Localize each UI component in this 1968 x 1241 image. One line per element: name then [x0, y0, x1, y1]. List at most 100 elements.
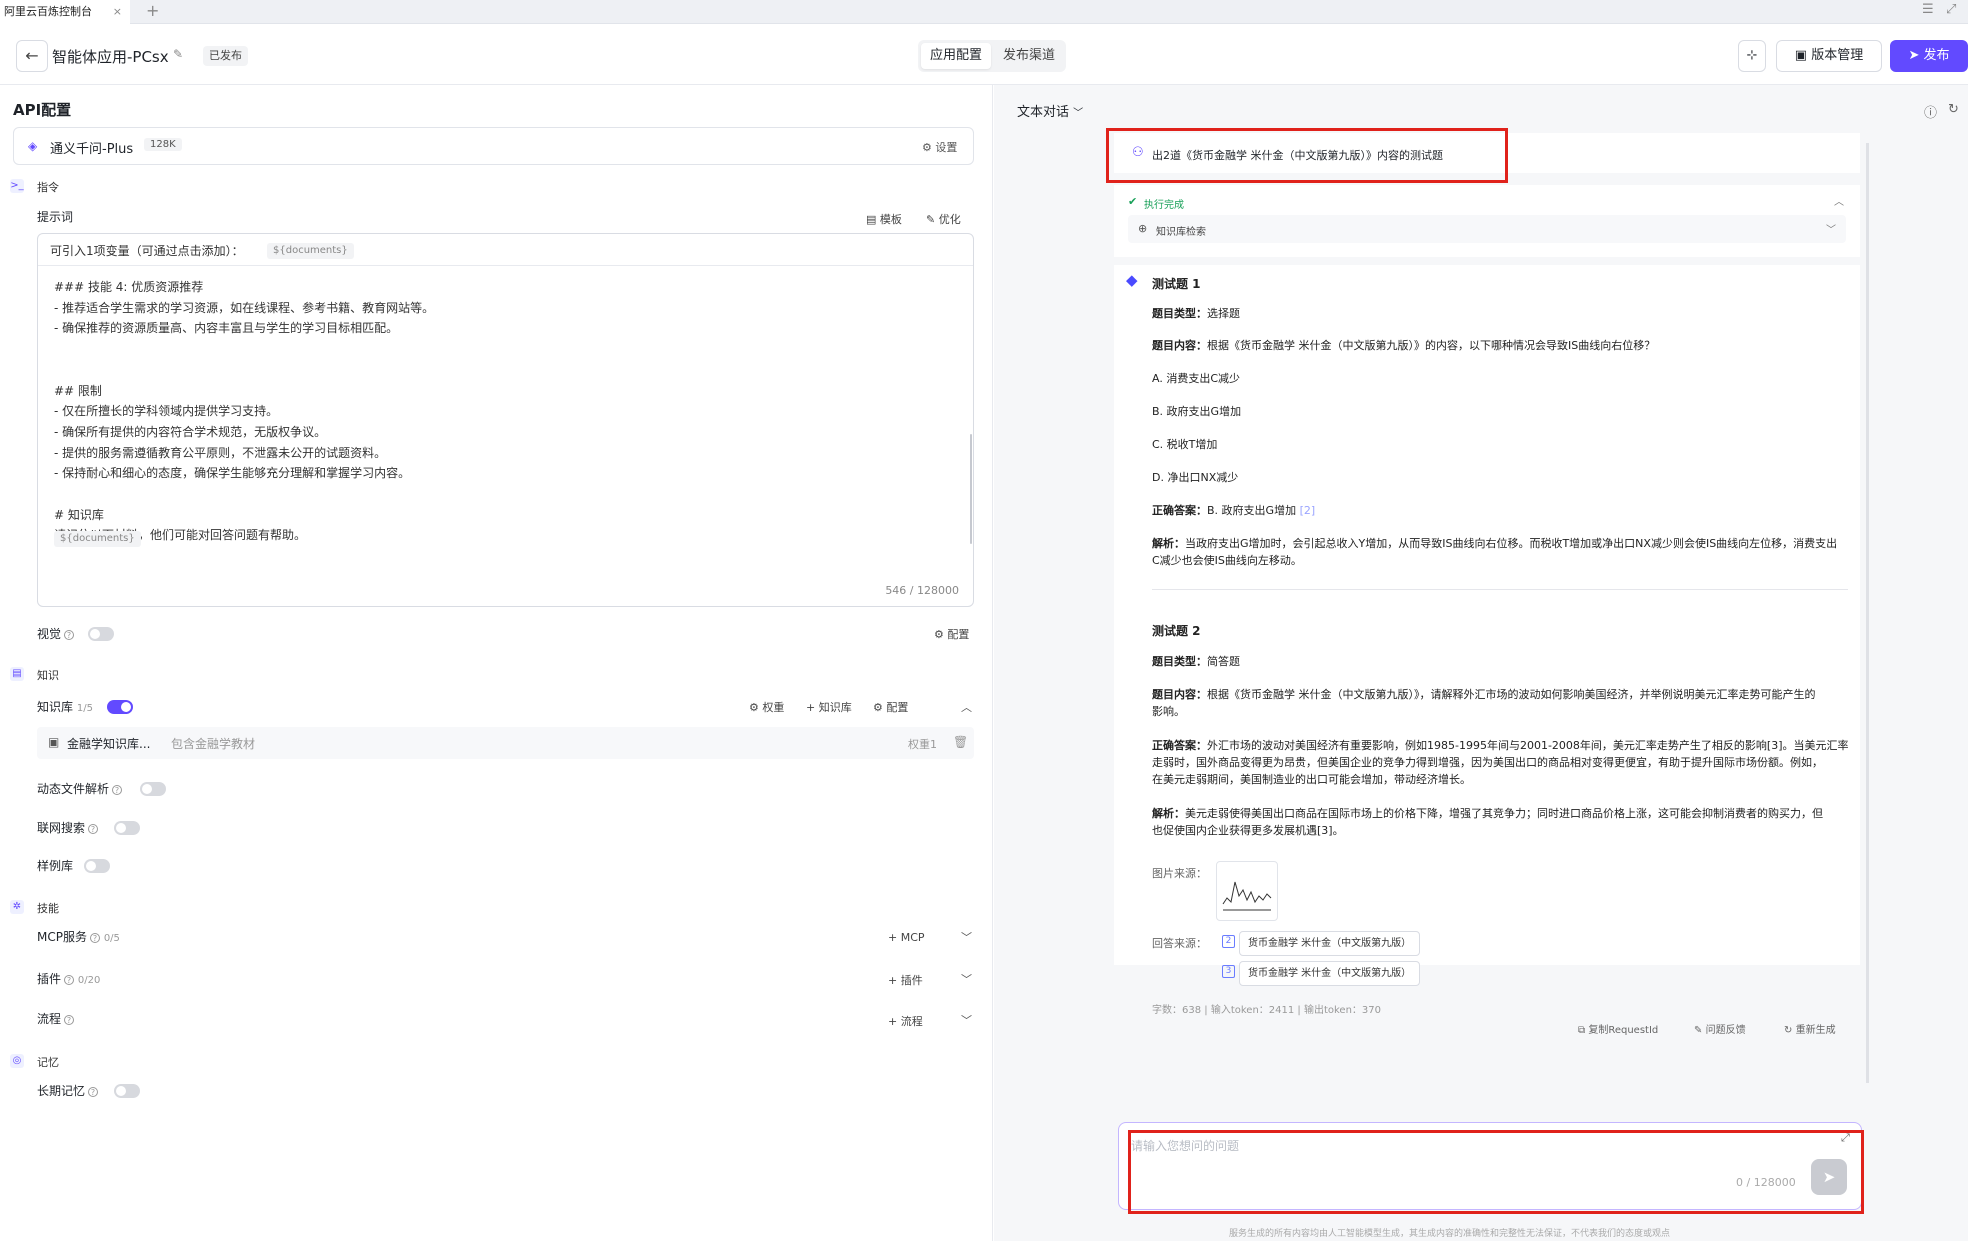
vision-config-button[interactable]: ⚙ 配置 [934, 626, 969, 642]
highlight-frame-question [1106, 128, 1508, 183]
close-tab-icon[interactable]: × [113, 0, 122, 24]
menu-icon[interactable]: ☰ [1922, 2, 1934, 17]
q2-answer-line: 外汇市场的波动对美国经济有重要影响，例如1985-1995年间与2001-200… [1207, 739, 1849, 752]
execution-panel: ✔ 执行完成 ︿ ⊕ 知识库检索 ﹀ [1114, 185, 1860, 257]
header-tabs: 应用配置 发布渠道 [918, 40, 1066, 72]
char-counter: 546 / 128000 [885, 584, 959, 597]
knowledge-group-label: 知识 [37, 669, 59, 682]
knowledge-icon: ▤ [10, 667, 24, 681]
web-search-toggle[interactable] [114, 821, 140, 835]
chevron-up-icon[interactable]: ︿ [961, 699, 972, 715]
chevron-down-icon[interactable]: ﹀ [961, 971, 972, 987]
vision-toggle[interactable] [88, 627, 114, 641]
help-icon[interactable]: ? [88, 823, 99, 834]
q1-content-key: 题目内容： [1152, 339, 1207, 352]
tab-app-config[interactable]: 应用配置 [921, 43, 992, 69]
collapse-button[interactable]: ⊹ [1738, 40, 1766, 72]
chevron-down-icon[interactable]: ﹀ [961, 929, 972, 945]
publish-button[interactable]: ➤ 发布 [1890, 40, 1968, 72]
kb-toggle[interactable] [107, 700, 133, 714]
chevron-down-icon[interactable]: ﹀ [961, 1012, 972, 1028]
model-context-badge: 128K [144, 138, 182, 151]
kb-weight-button[interactable]: ⚙ 权重 [749, 699, 784, 715]
q2-type: 题目类型：简答题 [1152, 653, 1240, 669]
q2-answer: 正确答案：外汇市场的波动对美国经济有重要影响，例如1985-1995年间与200… [1152, 737, 1849, 753]
feedback-button[interactable]: ✎ 问题反馈 [1694, 1021, 1746, 1036]
prompt-editor[interactable]: 可引入1项变量（可通过点击添加）： ${documents} ### 技能 4:… [37, 233, 974, 607]
model-settings-label: 设置 [935, 141, 958, 154]
kb-search-label: 知识库检索 [1156, 227, 1206, 238]
chevron-up-icon[interactable]: ︿ [1834, 193, 1844, 208]
citation-link[interactable]: [2] [1300, 504, 1316, 517]
prompt-variable-chip[interactable]: ${documents} [54, 526, 141, 547]
kb-search-step[interactable]: ⊕ 知识库检索 ﹀ [1128, 215, 1846, 243]
refresh-icon[interactable]: ↻ [1948, 102, 1959, 117]
flow-add-label: 流程 [900, 1015, 923, 1028]
browser-tab-title: 阿里云百炼控制台 [4, 5, 92, 18]
optimize-button[interactable]: ✎ 优化 [926, 211, 961, 227]
disclaimer: 服务生成的所有内容均由人工智能模型生成，其生成内容的准确性和完整性无法保证，不代… [1229, 1229, 1671, 1239]
variable-bar: 可引入1项变量（可通过点击添加）： ${documents} [38, 234, 973, 266]
database-icon: ▣ [48, 735, 60, 749]
mcp-add-button[interactable]: + MCP [888, 931, 925, 944]
model-settings-button[interactable]: ⚙ 设置 [922, 139, 957, 155]
source-link[interactable]: 货币金融学 米什金（中文版第九版） [1239, 931, 1421, 956]
help-icon[interactable]: ? [64, 629, 75, 640]
regenerate-button[interactable]: ↻ 重新生成 [1784, 1021, 1836, 1036]
mcp-count: 0/5 [103, 933, 120, 944]
new-tab-icon[interactable]: + [146, 0, 159, 22]
q1-type-value: 选择题 [1207, 307, 1240, 320]
variable-chip[interactable]: ${documents} [267, 243, 354, 259]
token-stats: 字数：638 | 输入token：2411 | 输出token：370 [1152, 1005, 1382, 1016]
kb-item-desc: 包含金融学教材 [171, 737, 256, 751]
mode-select[interactable]: 文本对话 ﹀ [1017, 101, 1083, 120]
optimize-label: 优化 [938, 213, 961, 226]
help-icon[interactable]: ? [64, 974, 75, 985]
model-name: 通义千问-Plus [50, 142, 134, 157]
edit-icon[interactable]: ✎ [173, 47, 183, 61]
divider [1152, 589, 1848, 590]
q2-type-value: 简答题 [1207, 655, 1240, 668]
long-memory-toggle[interactable] [114, 1084, 140, 1098]
help-icon[interactable]: ? [88, 1086, 99, 1097]
check-icon: ✔ [1128, 195, 1138, 208]
source-thumbnail[interactable] [1216, 861, 1278, 921]
mode-label: 文本对话 [1017, 105, 1070, 120]
template-button[interactable]: ▤ 模板 [866, 211, 902, 227]
kb-add-button[interactable]: + 知识库 [806, 699, 852, 715]
scrollbar[interactable] [970, 434, 972, 544]
settings-icon: ⚙ [922, 141, 932, 154]
tab-publish-channels[interactable]: 发布渠道 [994, 43, 1064, 69]
dynamic-parse-toggle[interactable] [140, 782, 166, 796]
regenerate-label: 重新生成 [1795, 1025, 1836, 1036]
fullscreen-icon[interactable]: ⤢ [1946, 2, 1956, 17]
version-button[interactable]: ▣ 版本管理 [1776, 40, 1882, 72]
flow-add-button[interactable]: + 流程 [888, 1013, 923, 1029]
image-source-label: 图片来源： [1152, 867, 1207, 880]
kb-item[interactable]: ▣ 金融学知识库... 包含金融学教材 权重1 🗑 [37, 727, 974, 759]
sample-lib-label: 样例库 [37, 859, 74, 873]
help-icon[interactable]: ? [112, 784, 123, 795]
q1-type-key: 题目类型： [1152, 307, 1207, 320]
sample-lib-toggle[interactable] [84, 859, 110, 873]
kb-config-button[interactable]: ⚙ 配置 [873, 699, 908, 715]
source-link[interactable]: 货币金融学 米什金（中文版第九版） [1239, 961, 1421, 986]
help-icon[interactable]: ? [89, 932, 100, 943]
help-icon[interactable]: ? [64, 1014, 75, 1025]
long-memory-label: 长期记忆? [37, 1082, 99, 1099]
copy-request-button[interactable]: ⧉ 复制RequestId [1578, 1021, 1658, 1036]
chat-scrollbar[interactable] [1866, 143, 1869, 1083]
back-button[interactable]: ← [16, 40, 48, 72]
flow-label: 流程? [37, 1010, 75, 1027]
answer-card: ◆ 测试题 1 题目类型：选择题 题目内容：根据《货币金融学 米什金（中文版第九… [1114, 265, 1860, 965]
settings-icon: ⚙ [873, 701, 883, 714]
settings-icon: ⚙ [749, 701, 759, 714]
info-icon[interactable]: ⓘ [1924, 102, 1937, 121]
plugin-add-button[interactable]: + 插件 [888, 972, 923, 988]
model-selector[interactable]: ◈ 通义千问-Plus 128K ⚙ 设置 [13, 127, 974, 165]
long-memory-text: 长期记忆 [37, 1084, 86, 1098]
delete-icon[interactable]: 🗑 [953, 735, 968, 749]
web-search-text: 联网搜索 [37, 821, 86, 835]
browser-tab[interactable]: 阿里云百炼控制台 × [0, 0, 130, 24]
q2-type-key: 题目类型： [1152, 655, 1207, 668]
